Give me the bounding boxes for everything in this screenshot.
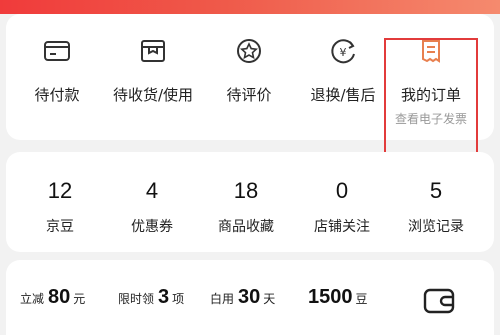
view-e-invoice-link[interactable]: 查看电子发票 <box>386 110 476 127</box>
yen-refund-icon: ¥ <box>331 39 355 64</box>
promo-value: 3 <box>158 286 170 308</box>
promo-value: 1500 <box>308 286 353 308</box>
promo-unit: 豆 <box>355 292 368 306</box>
order-to-review[interactable]: 待评价 <box>204 14 294 140</box>
stat-value: 12 <box>47 178 73 203</box>
stat-label: 商品收藏 <box>218 219 274 235</box>
package-box-icon <box>141 40 165 62</box>
order-item-label: 待付款 <box>34 86 80 104</box>
promo-card: 立减 80 元 限时领 3 项 白用 30 天 1500 豆 <box>6 260 494 335</box>
promo-unit: 元 <box>73 292 86 306</box>
promo-unit: 项 <box>172 292 185 306</box>
promo-beans[interactable]: 1500 豆 <box>308 286 368 314</box>
wallet-icon[interactable] <box>422 286 458 316</box>
promo-value: 30 <box>238 286 261 308</box>
stat-value: 5 <box>429 178 443 203</box>
stat-value: 18 <box>233 178 259 203</box>
star-badge-icon <box>237 39 261 63</box>
orders-card: 待付款 待收货/使用 待评价 ¥ 退换/售后 我的订单 查看电子发票 <box>6 14 494 140</box>
promo-unit: 天 <box>263 292 276 306</box>
wallet-card-icon <box>44 41 70 61</box>
stats-card: 12 京豆 4 优惠券 18 商品收藏 0 店铺关注 5 浏览记录 <box>6 152 494 252</box>
stat-value: 4 <box>145 178 159 203</box>
promo-free-trial[interactable]: 白用 30 天 <box>210 286 275 314</box>
stat-value: 0 <box>335 178 349 203</box>
order-item-label: 待收货/使用 <box>112 86 194 104</box>
stat-browse-history[interactable]: 5 浏览记录 <box>390 152 482 252</box>
header-gradient-strip <box>0 0 500 14</box>
stat-store-follows[interactable]: 0 店铺关注 <box>296 152 388 252</box>
promo-value: 80 <box>48 286 71 308</box>
stat-label: 浏览记录 <box>408 219 464 235</box>
receipt-icon <box>422 40 440 63</box>
stat-label: 优惠券 <box>131 219 173 235</box>
promo-prefix: 限时领 <box>118 292 155 306</box>
promo-prefix: 白用 <box>210 292 235 306</box>
svg-text:¥: ¥ <box>340 46 347 59</box>
stat-favorites[interactable]: 18 商品收藏 <box>200 152 292 252</box>
stat-jingdou[interactable]: 12 京豆 <box>14 152 106 252</box>
stat-label: 京豆 <box>46 219 74 235</box>
order-item-label: 退换/售后 <box>310 86 376 104</box>
order-after-sales[interactable]: ¥ 退换/售后 <box>298 14 388 140</box>
order-item-label: 待评价 <box>226 86 272 104</box>
promo-prefix: 立减 <box>20 292 45 306</box>
order-pending-payment[interactable]: 待付款 <box>12 14 102 140</box>
order-awaiting-delivery[interactable]: 待收货/使用 <box>108 14 198 140</box>
order-item-label: 我的订单 <box>400 86 461 104</box>
my-orders-button[interactable]: 我的订单 查看电子发票 <box>386 14 476 140</box>
promo-discount[interactable]: 立减 80 元 <box>20 286 85 314</box>
stat-label: 店铺关注 <box>314 219 370 235</box>
promo-limited[interactable]: 限时领 3 项 <box>118 286 184 314</box>
stat-coupons[interactable]: 4 优惠券 <box>106 152 198 252</box>
